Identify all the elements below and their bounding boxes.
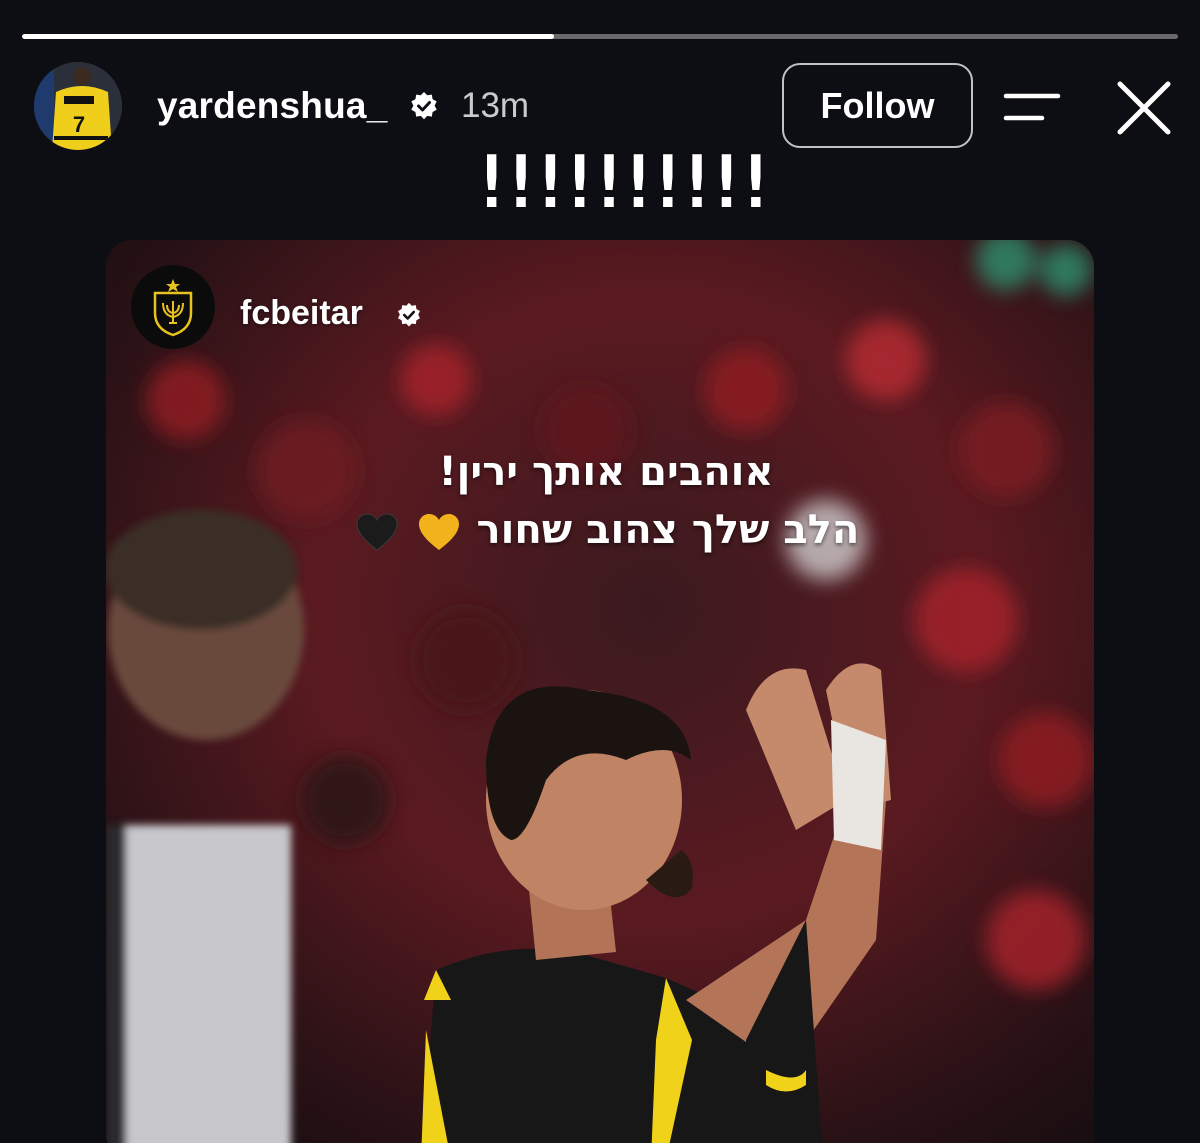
follow-button[interactable]: Follow	[782, 63, 973, 148]
verified-badge-icon	[397, 302, 421, 327]
shared-post-username[interactable]: fcbeitar	[240, 293, 363, 333]
profile-avatar[interactable]: 7	[34, 62, 122, 150]
club-crest-logo[interactable]	[131, 265, 215, 349]
story-text-overlay: !!!!!!!!!!	[470, 140, 777, 224]
menu-icon[interactable]	[1002, 90, 1062, 124]
avatar-photo-icon: 7	[34, 62, 122, 150]
shared-post-card[interactable]: fcbeitar אוהבים אותך ירין! הלב שלך צהוב …	[106, 240, 1094, 1143]
post-time: 13m	[461, 86, 530, 125]
close-icon[interactable]	[1114, 79, 1174, 137]
post-photo	[106, 240, 1094, 1143]
menorah-crest-icon	[132, 266, 214, 348]
yellow-heart-icon	[418, 514, 459, 550]
story-progress-bar	[22, 34, 1178, 39]
verified-badge-icon	[411, 92, 437, 120]
caption-line-2: הלב שלך צהוב שחור	[306, 504, 906, 556]
caption-line-1: אוהבים אותך ירין!	[438, 449, 774, 495]
svg-text:7: 7	[73, 112, 85, 137]
black-heart-icon	[356, 513, 398, 551]
caption-line-2-text: הלב שלך צהוב שחור	[476, 507, 860, 553]
story-progress-fill	[22, 34, 554, 39]
story-viewer[interactable]: 7 yardenshua_ 13m Follow !!!!!!!!!! fcbe…	[0, 0, 1200, 1143]
username[interactable]: yardenshua_	[157, 84, 387, 128]
